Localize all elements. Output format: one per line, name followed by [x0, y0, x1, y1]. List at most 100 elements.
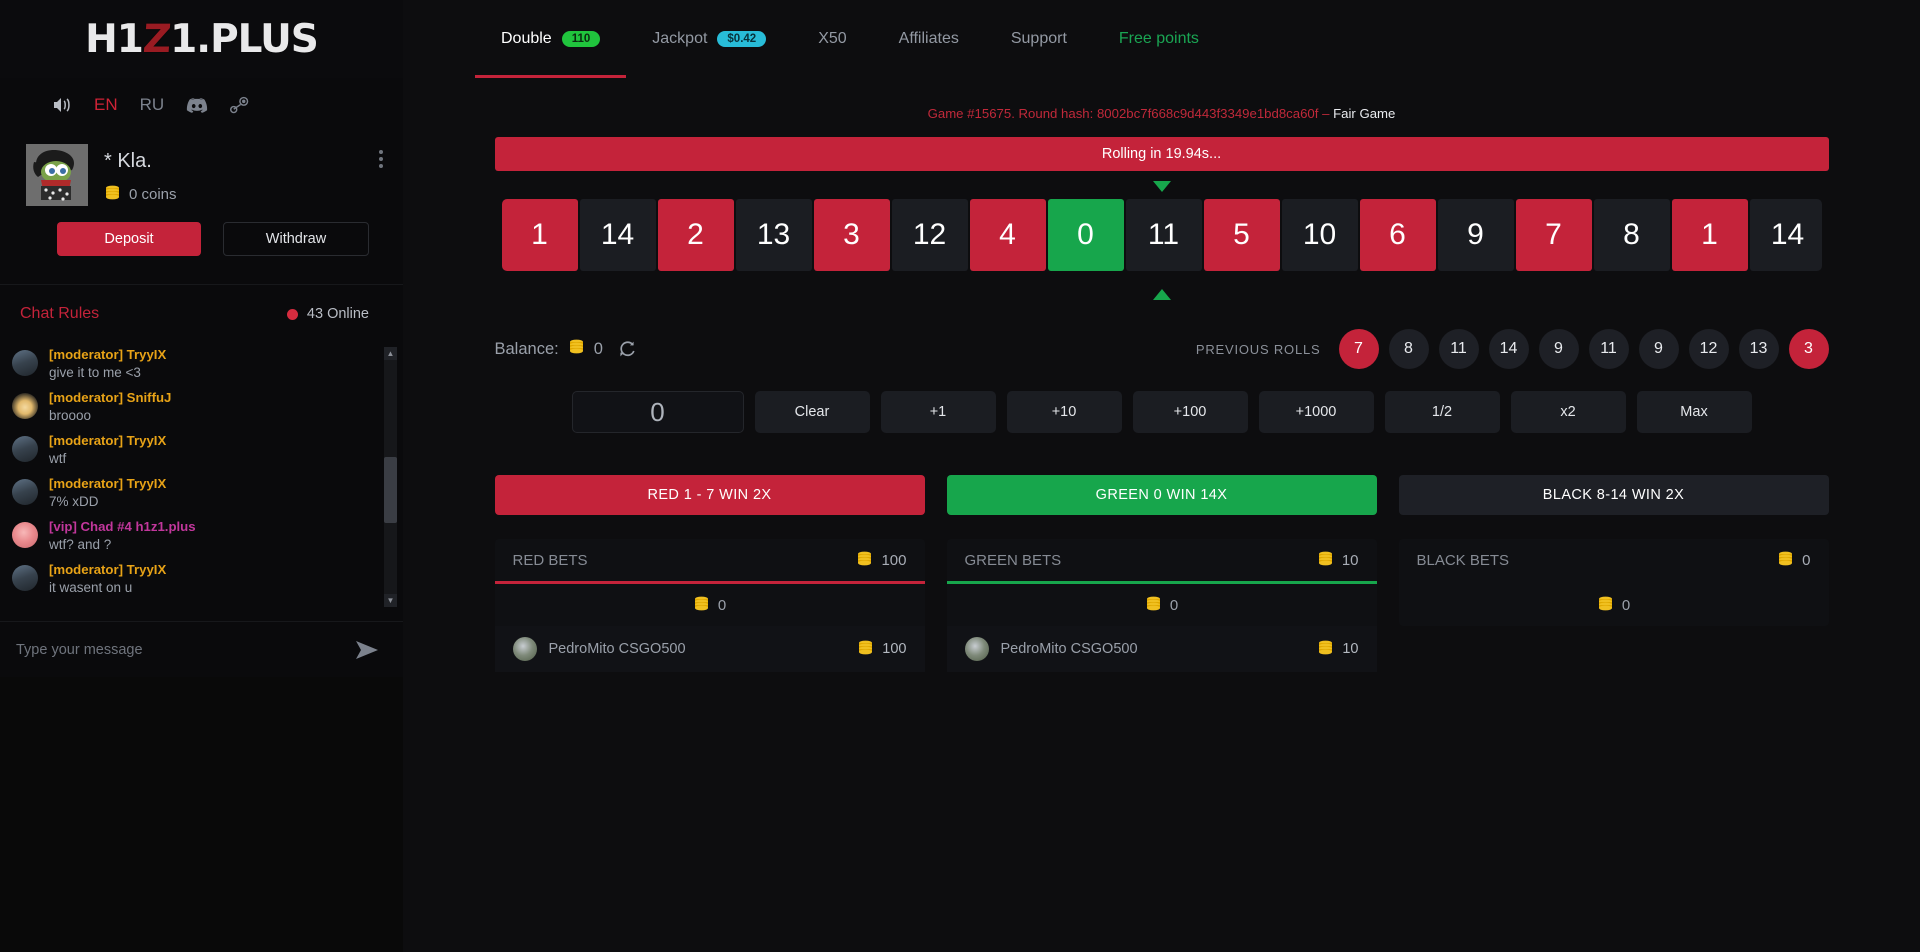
- bet-green-button[interactable]: GREEN 0 WIN 14X: [946, 475, 1377, 515]
- max-button[interactable]: Max: [1636, 391, 1752, 433]
- chat-username[interactable]: [vip] Chad #4 h1z1.plus: [49, 519, 196, 535]
- sidebar-footer: [0, 677, 403, 952]
- roller-cell: 7: [1515, 199, 1592, 271]
- clear-button[interactable]: Clear: [754, 391, 870, 433]
- double-button[interactable]: x2: [1510, 391, 1626, 433]
- scroll-down-icon[interactable]: ▼: [384, 594, 397, 607]
- chat-username[interactable]: [moderator] TryyIX: [49, 347, 166, 363]
- coin-icon: [568, 339, 585, 359]
- previous-roll-item[interactable]: 14: [1488, 329, 1529, 369]
- speaker-icon[interactable]: [52, 96, 72, 114]
- green-bets-total: 10: [1317, 551, 1359, 570]
- chat-avatar: [12, 436, 38, 462]
- red-bets-total-value: 100: [881, 551, 907, 569]
- logo-z: Z: [141, 16, 172, 62]
- bet-amount-input[interactable]: 0: [571, 391, 744, 433]
- chat-username[interactable]: [moderator] TryyIX: [49, 476, 166, 492]
- coin-icon: [1597, 596, 1614, 615]
- tab-jackpot[interactable]: Jackpot $0.42: [626, 0, 792, 78]
- previous-roll-item[interactable]: 8: [1388, 329, 1429, 369]
- roller-cell: 5: [1203, 199, 1280, 271]
- add-10-button[interactable]: +10: [1006, 391, 1122, 433]
- scrollbar-thumb[interactable]: [384, 457, 397, 523]
- previous-roll-item[interactable]: 9: [1638, 329, 1679, 369]
- chat-rules-link[interactable]: Chat Rules: [20, 305, 99, 323]
- roller-cell: 3: [813, 199, 890, 271]
- chat-messages[interactable]: [moderator] TryyIX give it to me <3 [mod…: [0, 343, 403, 621]
- tab-free-points[interactable]: Free points: [1093, 0, 1225, 78]
- coin-icon: [104, 185, 121, 204]
- red-my-total: 0: [495, 584, 925, 626]
- chat-avatar: [12, 479, 38, 505]
- add-1-button[interactable]: +1: [880, 391, 996, 433]
- chat-username[interactable]: [moderator] TryyIX: [49, 433, 166, 449]
- roller-cell: 9: [1437, 199, 1514, 271]
- roller-cell: 11: [1125, 199, 1202, 271]
- bet-black-button[interactable]: BLACK 8-14 WIN 2X: [1398, 475, 1829, 515]
- panel-green: GREEN 0 WIN 14X GREEN BETS 10 0 PedroMit…: [946, 475, 1377, 672]
- previous-roll-item[interactable]: 11: [1588, 329, 1629, 369]
- previous-roll-item[interactable]: 11: [1438, 329, 1479, 369]
- profile-info: * Kla. 0 coins: [104, 144, 363, 204]
- tab-double[interactable]: Double 110: [475, 0, 627, 78]
- tab-jackpot-badge: $0.42: [717, 31, 767, 47]
- coin-icon: [693, 596, 710, 615]
- brand-logo: H1Z1.PLUS: [85, 16, 319, 62]
- chat-text: 7% xDD: [49, 494, 99, 509]
- game-hash-text: Game #15675. Round hash: 8002bc7f668c9d4…: [927, 106, 1334, 121]
- previous-roll-item[interactable]: 7: [1338, 329, 1379, 369]
- previous-roll-item[interactable]: 13: [1738, 329, 1779, 369]
- chat-text: broooo: [49, 408, 92, 423]
- roller-cell: 14: [1749, 199, 1822, 271]
- sidebar: H1Z1.PLUS EN RU * Kla. 0 coins Deposit W…: [0, 0, 403, 952]
- steam-icon[interactable]: [230, 95, 252, 115]
- avatar[interactable]: [26, 144, 88, 206]
- green-bets-header: GREEN BETS 10: [947, 539, 1377, 581]
- lang-ru[interactable]: RU: [140, 95, 165, 115]
- chat-username[interactable]: [moderator] TryyIX: [49, 562, 166, 578]
- previous-rolls-label: PREVIOUS ROLLS: [1195, 341, 1321, 357]
- balance-row: Balance: 0 PREVIOUS ROLLS 7 8 11 14 9 11…: [495, 329, 1829, 369]
- roller-pointer-top: [403, 181, 1920, 199]
- logo-part1: H1: [85, 16, 144, 62]
- tab-affiliates[interactable]: Affiliates: [873, 0, 985, 78]
- refresh-icon[interactable]: [618, 340, 636, 358]
- withdraw-button[interactable]: Withdraw: [223, 222, 369, 256]
- roller-cell: 14: [579, 199, 656, 271]
- chat-scrollbar[interactable]: ▲ ▼: [384, 347, 397, 607]
- tab-x50[interactable]: X50: [792, 0, 872, 78]
- send-icon[interactable]: [355, 640, 379, 660]
- balance-label: Balance:: [494, 339, 559, 358]
- roller-cell: 2: [657, 199, 734, 271]
- bettor-amount-value: 100: [882, 641, 907, 657]
- half-button[interactable]: 1/2: [1384, 391, 1500, 433]
- chat-input[interactable]: [16, 641, 355, 658]
- bettor-amount: 10: [1317, 640, 1359, 659]
- fair-game-link[interactable]: Fair Game: [1333, 106, 1395, 121]
- chat-input-row: [0, 621, 403, 677]
- previous-roll-item[interactable]: 3: [1788, 329, 1829, 369]
- user-coins-label: 0 coins: [129, 186, 177, 203]
- previous-rolls: PREVIOUS ROLLS 7 8 11 14 9 11 9 12 13 3: [1196, 329, 1829, 369]
- lang-en[interactable]: EN: [94, 95, 118, 115]
- scroll-up-icon[interactable]: ▲: [384, 347, 397, 360]
- panel-black: BLACK 8-14 WIN 2X BLACK BETS 0 0: [1398, 475, 1829, 672]
- logo[interactable]: H1Z1.PLUS: [0, 0, 403, 78]
- wallet-actions: Deposit Withdraw: [0, 206, 403, 256]
- utility-icon-row: EN RU: [0, 78, 403, 132]
- add-100-button[interactable]: +100: [1132, 391, 1248, 433]
- tab-support[interactable]: Support: [985, 0, 1093, 78]
- add-1000-button[interactable]: +1000: [1258, 391, 1374, 433]
- profile-menu-icon[interactable]: [379, 144, 383, 171]
- previous-roll-item[interactable]: 12: [1688, 329, 1729, 369]
- bet-red-button[interactable]: RED 1 - 7 WIN 2X: [494, 475, 925, 515]
- black-my-total-value: 0: [1621, 596, 1631, 614]
- chat-username[interactable]: [moderator] SniffuJ: [49, 390, 171, 406]
- chat-text: it wasent on u: [49, 580, 133, 595]
- previous-roll-item[interactable]: 9: [1538, 329, 1579, 369]
- bettor-avatar: [964, 637, 989, 661]
- deposit-button[interactable]: Deposit: [57, 222, 201, 256]
- discord-icon[interactable]: [186, 97, 208, 114]
- roller-strip: 1 14 2 13 3 12 4 0 11 5 10 6 9 7 8 1 14: [501, 199, 1822, 271]
- app-root: H1Z1.PLUS EN RU * Kla. 0 coins Deposit W…: [0, 0, 1920, 952]
